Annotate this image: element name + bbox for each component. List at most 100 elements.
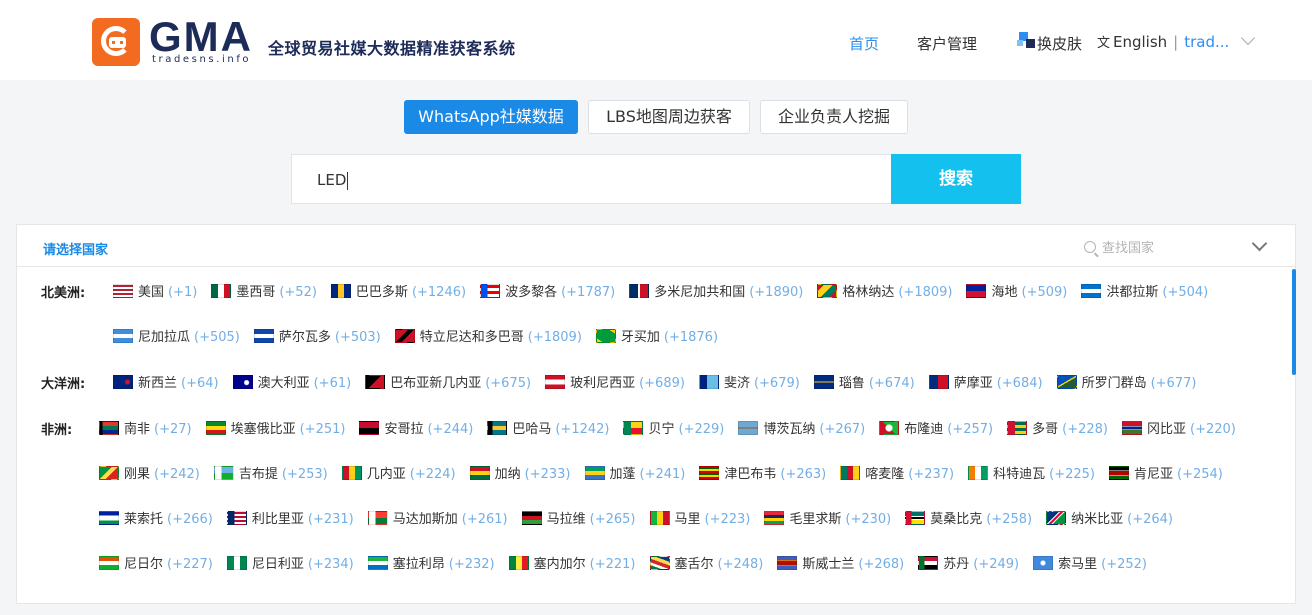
country-item[interactable]: 巴巴多斯 (+1246) <box>330 281 466 300</box>
country-item[interactable]: 莱索托 (+266) <box>99 508 213 527</box>
scrollbar[interactable] <box>1292 269 1296 375</box>
country-item[interactable]: 安哥拉 (+244) <box>359 418 473 437</box>
user-name[interactable]: trad... <box>1184 33 1229 51</box>
country-item[interactable]: 喀麦隆 (+237) <box>840 463 954 482</box>
country-dial-code: (+61) <box>313 376 352 391</box>
country-dial-code: (+1876) <box>663 330 719 345</box>
country-item[interactable]: 科特迪瓦 (+225) <box>968 463 1095 482</box>
country-item[interactable]: 墨西哥 (+52) <box>211 281 317 300</box>
brand-name[interactable]: GMA <box>149 16 253 58</box>
country-name: 美国 <box>138 285 165 300</box>
gma-logo-icon[interactable] <box>92 18 140 66</box>
country-item[interactable]: 多米尼加共和国 (+1890) <box>629 281 803 300</box>
country-item[interactable]: 加纳 (+233) <box>469 463 571 482</box>
country-item[interactable]: 马里 (+223) <box>649 508 750 527</box>
country-item[interactable]: 巴哈马 (+1242) <box>487 418 609 437</box>
country-row: 南非 (+27) 埃塞俄比亚 (+251) 安哥拉 (+244) 巴哈马 (+1242) 贝宁(… <box>99 417 1250 437</box>
language-switcher[interactable]: 文 English | trad... <box>1097 32 1229 51</box>
flag-zw-icon <box>699 466 720 480</box>
country-item[interactable]: 马达加斯加 (+261) <box>367 508 508 527</box>
country-item[interactable]: 斯威士兰 (+268) <box>777 553 904 572</box>
country-item[interactable]: 美国 (+1) <box>113 281 197 300</box>
country-item[interactable]: 多哥 (+228) <box>1007 418 1108 437</box>
country-item[interactable]: 特立尼达和多巴哥 (+1809) <box>394 326 582 345</box>
flag-sl-icon <box>367 556 388 570</box>
country-name: 索马里 <box>1058 557 1098 572</box>
country-item[interactable]: 利比里亚 (+231) <box>226 508 354 527</box>
collapse-chevron-down-icon[interactable] <box>1251 235 1268 252</box>
country-dial-code: (+231) <box>307 512 354 527</box>
tab-executive-mining[interactable]: 企业负责人挖掘 <box>760 100 908 134</box>
flag-ws-icon <box>928 375 949 389</box>
country-item[interactable]: 索马里 (+252) <box>1033 553 1147 572</box>
country-item[interactable]: 尼加拉瓜 (+505) <box>113 326 240 345</box>
country-item[interactable]: 牙买加 (+1876) <box>595 326 719 345</box>
country-item[interactable]: 萨尔瓦多 (+503) <box>253 326 381 345</box>
country-item[interactable]: 斐济 (+679) <box>698 372 800 391</box>
country-dial-code: (+679) <box>753 376 800 391</box>
country-dial-code: (+509) <box>1021 285 1068 300</box>
region-label: 大洋洲: <box>41 377 86 392</box>
find-country-input[interactable]: 查找国家 <box>1084 237 1154 256</box>
flag-mx-icon <box>211 284 232 298</box>
country-item[interactable]: 莫桑比克 (+258) <box>905 508 1032 527</box>
country-item[interactable]: 苏丹 (+249) <box>918 553 1019 572</box>
select-country-title: 请选择国家 <box>43 243 109 258</box>
region-label: 北美洲: <box>41 286 86 301</box>
country-name: 塞舌尔 <box>674 557 714 572</box>
country-item[interactable]: 布隆迪 (+257) <box>879 418 993 437</box>
country-item[interactable]: 海地 (+509) <box>966 281 1067 300</box>
country-item[interactable]: 塞拉利昂 (+232) <box>367 553 495 572</box>
search-button[interactable]: 搜索 <box>891 154 1021 204</box>
country-item[interactable]: 博茨瓦纳 (+267) <box>738 418 865 437</box>
flag-pg-icon <box>365 375 386 389</box>
flag-bs-icon <box>487 421 508 435</box>
country-item[interactable]: 澳大利亚 (+61) <box>232 372 352 391</box>
country-item[interactable]: 肯尼亚 (+254) <box>1109 463 1223 482</box>
country-item[interactable]: 冈比亚 (+220) <box>1121 418 1236 437</box>
country-item[interactable]: 巴布亚新几内亚 (+675) <box>365 372 531 391</box>
country-dial-code: (+64) <box>181 376 219 391</box>
country-item[interactable]: 几内亚 (+224) <box>341 463 456 482</box>
slogan: 全球贸易社媒大数据精准获客系统 <box>268 39 516 58</box>
country-item[interactable]: 塞舌尔 (+248) <box>649 553 763 572</box>
country-item[interactable]: 波多黎各 (+1787) <box>480 281 615 300</box>
country-item[interactable]: 玻利尼西亚 (+689) <box>545 372 685 391</box>
country-item[interactable]: 马拉维 (+265) <box>521 508 636 527</box>
tab-whatsapp-data[interactable]: WhatsApp社媒数据 <box>404 100 578 134</box>
flag-jm-icon <box>595 329 616 343</box>
country-item[interactable]: 刚果 (+242) <box>99 463 200 482</box>
country-item[interactable]: 贝宁 (+229) <box>623 418 724 437</box>
country-name: 贝宁 <box>648 422 675 437</box>
country-item[interactable]: 新西兰 (+64) <box>113 372 219 391</box>
country-item[interactable]: 南非 (+27) <box>99 418 192 437</box>
country-item[interactable]: 格林纳达 (+1809) <box>817 281 952 300</box>
country-item[interactable]: 尼日尔 (+227) <box>99 553 213 572</box>
country-item[interactable]: 吉布提 (+253) <box>213 463 328 482</box>
country-item[interactable]: 塞内加尔 (+221) <box>508 553 636 572</box>
user-menu-chevron-down-icon[interactable] <box>1240 30 1256 46</box>
country-name: 加纳 <box>494 467 521 482</box>
nav-customer-management[interactable]: 客户管理 <box>917 33 977 54</box>
flag-ga-icon <box>584 466 605 480</box>
country-row: 刚果 (+242) 吉布提 (+253) 几内亚 (+224) 加纳 (+233) 加蓬 (+24… <box>99 462 1237 482</box>
country-item[interactable]: 瑙鲁 (+674) <box>813 372 915 391</box>
country-item[interactable]: 加蓬 (+241) <box>584 463 685 482</box>
country-name: 安哥拉 <box>384 422 424 437</box>
country-name: 博茨瓦纳 <box>763 422 816 437</box>
country-item[interactable]: 毛里求斯 (+230) <box>764 508 891 527</box>
country-item[interactable]: 埃塞俄比亚 (+251) <box>205 418 345 437</box>
country-item[interactable]: 尼日利亚 (+234) <box>226 553 354 572</box>
search-input[interactable]: LED <box>291 154 891 204</box>
tab-lbs-map[interactable]: LBS地图周边获客 <box>588 100 750 134</box>
flag-dj-icon <box>213 466 234 480</box>
flag-bj-icon <box>623 421 644 435</box>
country-item[interactable]: 萨摩亚 (+684) <box>928 372 1043 391</box>
country-item[interactable]: 所罗门群岛 (+677) <box>1056 372 1196 391</box>
country-row: 美国 (+1) 墨西哥 (+52) 巴巴多斯 (+1246) 波多黎各 (+1787) 多米尼加… <box>113 280 1222 300</box>
nav-home[interactable]: 首页 <box>849 33 879 54</box>
country-item[interactable]: 纳米比亚 (+264) <box>1046 508 1173 527</box>
country-name: 刚果 <box>124 467 151 482</box>
country-item[interactable]: 津巴布韦 (+263) <box>699 463 826 482</box>
country-item[interactable]: 洪都拉斯 (+504) <box>1081 281 1208 300</box>
